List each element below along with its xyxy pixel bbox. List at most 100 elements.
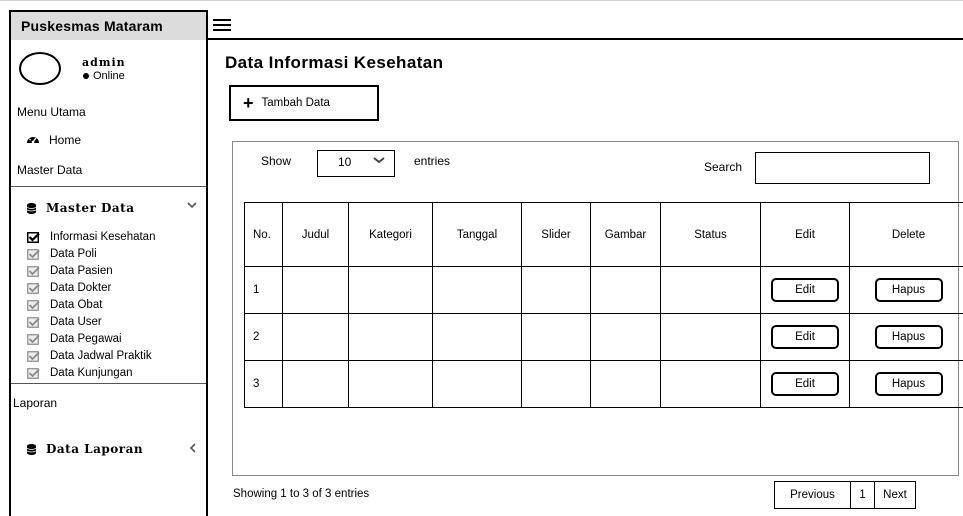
menu-utama-label: Menu Utama bbox=[17, 105, 86, 119]
sidebar: admin Online Menu Utama Home Master Data… bbox=[9, 40, 208, 516]
column-header-gambar[interactable]: Gambar bbox=[590, 202, 661, 267]
column-header-slider[interactable]: Slider bbox=[521, 202, 591, 267]
table-row: 1 Edit Hapus bbox=[244, 266, 963, 314]
delete-button[interactable]: Hapus bbox=[874, 325, 943, 349]
sidebar-item-data-kunjungan[interactable]: Data Kunjungan bbox=[27, 366, 132, 380]
cell-slider bbox=[521, 266, 591, 314]
sidebar-item-data-pegawai[interactable]: Data Pegawai bbox=[27, 332, 122, 346]
checkbox-icon bbox=[27, 350, 40, 362]
cell-kategori bbox=[348, 313, 433, 361]
sidebar-item-data-user[interactable]: Data User bbox=[27, 315, 102, 329]
sidebar-divider bbox=[11, 186, 206, 187]
cell-status bbox=[660, 313, 761, 361]
column-header-no[interactable]: No. bbox=[244, 202, 283, 267]
chevron-down-icon bbox=[373, 155, 385, 167]
data-table-panel: Show 10 entries Search No. Judul Kategor… bbox=[232, 141, 963, 476]
entries-select-value: 10 bbox=[338, 155, 352, 169]
column-header-status[interactable]: Status bbox=[660, 202, 761, 267]
sidebar-item-data-obat[interactable]: Data Obat bbox=[27, 298, 102, 312]
cell-tanggal bbox=[432, 266, 522, 314]
column-header-judul[interactable]: Judul bbox=[282, 202, 349, 267]
cell-gambar bbox=[590, 360, 661, 408]
cell-judul bbox=[282, 360, 349, 408]
sidebar-item-data-dokter[interactable]: Data Dokter bbox=[27, 281, 111, 295]
entries-label: entries bbox=[414, 154, 451, 168]
sidebar-item-label: Data Poli bbox=[50, 248, 97, 260]
edit-button[interactable]: Edit bbox=[771, 325, 839, 349]
cell-delete: Hapus bbox=[849, 266, 963, 314]
sidebar-section-master-data[interactable]: Master Data bbox=[27, 201, 135, 215]
cell-kategori bbox=[348, 266, 433, 314]
table-row: 3 Edit Hapus bbox=[244, 360, 963, 408]
sidebar-item-label: Informasi Kesehatan bbox=[50, 231, 156, 243]
table-row: 2 Edit Hapus bbox=[244, 313, 963, 361]
cell-status bbox=[660, 266, 761, 314]
search-input[interactable] bbox=[755, 152, 930, 184]
database-icon bbox=[27, 443, 36, 455]
checkbox-icon bbox=[27, 248, 40, 260]
chevron-down-icon[interactable] bbox=[187, 200, 197, 212]
chevron-left-icon[interactable] bbox=[189, 443, 196, 456]
main-content: Data Informasi Kesehatan + Tambah Data S… bbox=[210, 40, 963, 516]
cell-no: 3 bbox=[244, 360, 283, 408]
page-title: Data Informasi Kesehatan bbox=[225, 53, 444, 72]
pagination: Previous 1 Next bbox=[774, 481, 916, 509]
user-status-text: Online bbox=[93, 70, 125, 82]
online-dot-icon bbox=[83, 73, 89, 79]
column-header-kategori[interactable]: Kategori bbox=[348, 202, 433, 267]
checkbox-icon bbox=[27, 265, 40, 277]
sidebar-item-data-jadwal-praktik[interactable]: Data Jadwal Praktik bbox=[27, 349, 152, 363]
cell-no: 1 bbox=[244, 266, 283, 314]
cell-slider bbox=[521, 360, 591, 408]
entries-select[interactable]: 10 bbox=[317, 150, 395, 177]
sidebar-item-label: Data User bbox=[50, 316, 102, 328]
pagination-next-button[interactable]: Next bbox=[875, 482, 915, 508]
column-header-delete[interactable]: Delete bbox=[849, 202, 963, 267]
sidebar-item-label: Data Jadwal Praktik bbox=[50, 350, 152, 362]
sidebar-divider bbox=[11, 383, 206, 384]
edit-button[interactable]: Edit bbox=[771, 372, 839, 396]
pagination-page-button[interactable]: 1 bbox=[851, 482, 875, 508]
sidebar-item-data-pasien[interactable]: Data Pasien bbox=[27, 264, 113, 278]
sidebar-item-label: Data Pasien bbox=[50, 265, 113, 277]
master-data-label: Master Data bbox=[17, 163, 83, 177]
cell-tanggal bbox=[432, 360, 522, 408]
sidebar-item-label: Data Obat bbox=[50, 299, 103, 311]
sidebar-section-data-laporan[interactable]: Data Laporan bbox=[27, 442, 143, 456]
avatar bbox=[19, 52, 61, 85]
sidebar-item-label: Data Dokter bbox=[50, 282, 112, 294]
pagination-previous-button[interactable]: Previous bbox=[775, 482, 851, 508]
cell-status bbox=[660, 360, 761, 408]
sidebar-item-informasi-kesehatan[interactable]: Informasi Kesehatan bbox=[27, 230, 155, 244]
cell-no: 2 bbox=[244, 313, 283, 361]
laporan-label: Laporan bbox=[13, 396, 58, 410]
data-table: No. Judul Kategori Tanggal Slider Gambar… bbox=[244, 202, 963, 408]
sidebar-section-data-laporan-title: Data Laporan bbox=[46, 442, 144, 456]
add-data-button[interactable]: + Tambah Data bbox=[229, 85, 379, 121]
top-divider bbox=[0, 0, 963, 3]
sidebar-item-home-label: Home bbox=[49, 132, 82, 147]
cell-tanggal bbox=[432, 313, 522, 361]
sidebar-section-master-data-title: Master Data bbox=[46, 201, 135, 215]
sidebar-item-home[interactable]: Home bbox=[26, 132, 81, 147]
user-status: Online bbox=[83, 70, 125, 82]
column-header-tanggal[interactable]: Tanggal bbox=[432, 202, 522, 267]
cell-gambar bbox=[590, 266, 661, 314]
plus-icon: + bbox=[243, 93, 254, 113]
database-icon bbox=[27, 202, 36, 214]
cell-gambar bbox=[590, 313, 661, 361]
checkbox-icon bbox=[27, 367, 40, 379]
cell-judul bbox=[282, 313, 349, 361]
cell-edit: Edit bbox=[760, 266, 850, 314]
sidebar-item-data-poli[interactable]: Data Poli bbox=[27, 247, 97, 261]
cell-delete: Hapus bbox=[849, 313, 963, 361]
checkbox-icon bbox=[27, 282, 40, 294]
sidebar-item-label: Data Kunjungan bbox=[50, 367, 133, 379]
delete-button[interactable]: Hapus bbox=[874, 278, 943, 302]
edit-button[interactable]: Edit bbox=[771, 278, 839, 302]
hamburger-menu-icon[interactable] bbox=[213, 19, 231, 31]
delete-button[interactable]: Hapus bbox=[874, 372, 943, 396]
brand-title[interactable]: Puskesmas Mataram bbox=[9, 10, 208, 40]
user-panel: admin Online bbox=[11, 40, 206, 87]
column-header-edit[interactable]: Edit bbox=[760, 202, 850, 267]
